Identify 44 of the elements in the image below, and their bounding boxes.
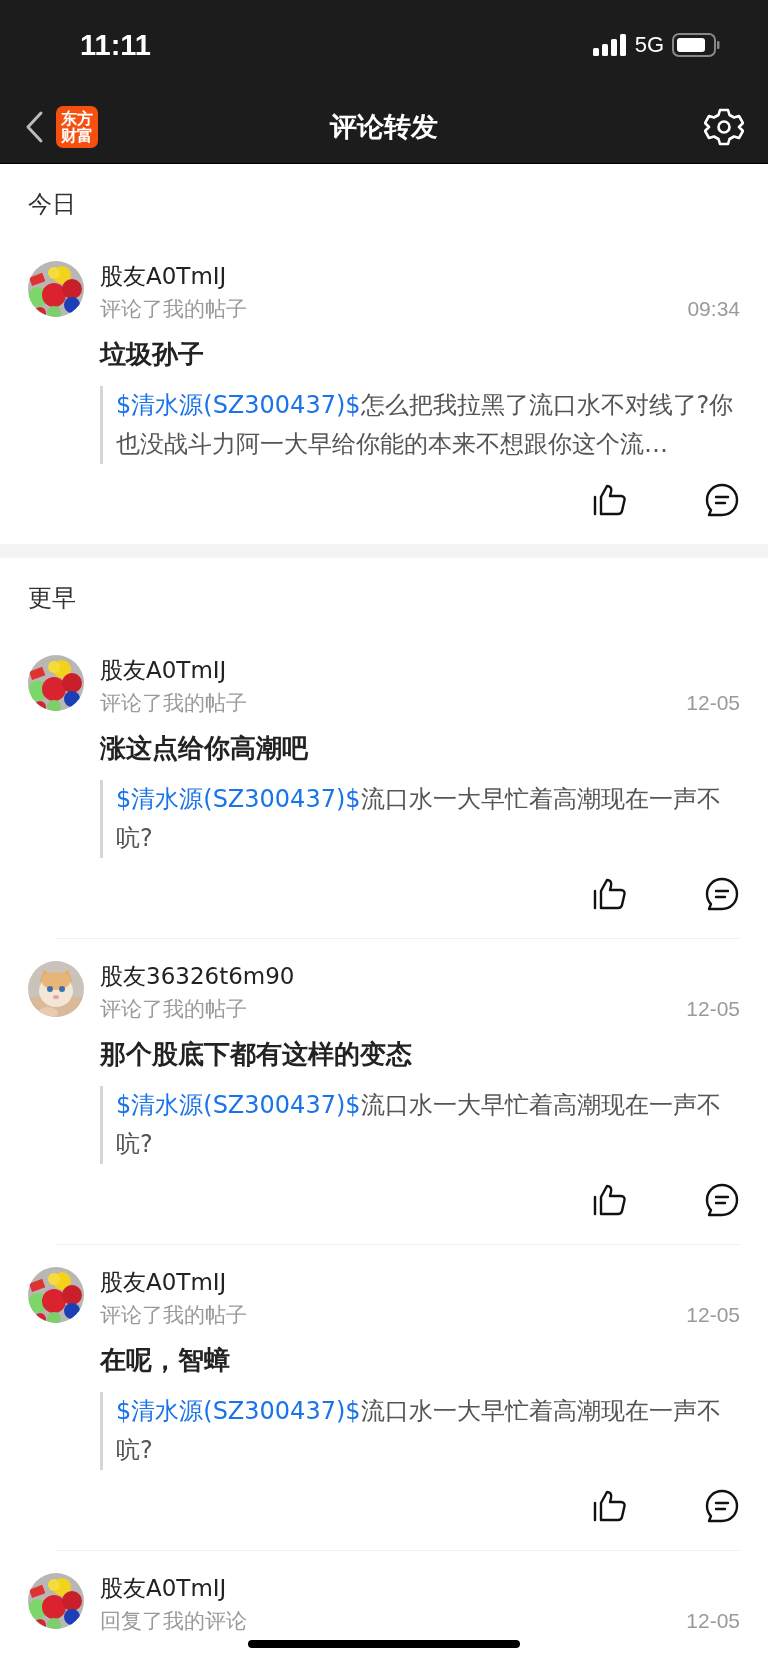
thumbs-up-icon[interactable] <box>592 1182 628 1218</box>
comment-text: 在呢，智蟑 <box>100 1344 230 1377</box>
activity-text: 回复了我的评论 <box>100 1608 247 1635</box>
quoted-post[interactable]: $清水源(SZ300437)$流口水一大早忙着高潮现在一声不吭? <box>100 1392 740 1470</box>
user-name[interactable]: 股友36326t6m90 <box>100 961 295 991</box>
quoted-post[interactable]: $清水源(SZ300437)$流口水一大早忙着高潮现在一声不吭? <box>100 780 740 858</box>
stock-link[interactable]: $清水源(SZ300437)$ <box>116 1397 361 1425</box>
user-name[interactable]: 股友A0TmIJ <box>100 1573 227 1603</box>
clock: 11:11 <box>80 28 151 62</box>
activity-text: 评论了我的帖子 <box>100 996 247 1023</box>
thumbs-up-icon[interactable] <box>592 1488 628 1524</box>
signal-icon <box>592 34 627 56</box>
timestamp: 09:34 <box>687 297 740 321</box>
activity-text: 评论了我的帖子 <box>100 296 247 323</box>
network-label: 5G <box>634 32 664 58</box>
user-name[interactable]: 股友A0TmIJ <box>100 261 227 291</box>
back-icon[interactable] <box>24 109 44 144</box>
comment-text: 那个股底下都有这样的变态 <box>100 1038 412 1071</box>
battery-icon <box>672 33 720 57</box>
comment-icon[interactable] <box>704 876 740 912</box>
stock-link[interactable]: $清水源(SZ300437)$ <box>116 1091 361 1119</box>
stock-link[interactable]: $清水源(SZ300437)$ <box>116 391 361 419</box>
quoted-post[interactable]: $清水源(SZ300437)$怎么把我拉黑了流口水不对线了?你也没战斗力阿一大早给你能的本来不想跟你这个流… <box>100 386 740 464</box>
timestamp: 12-05 <box>686 691 740 715</box>
comment-icon[interactable] <box>704 1488 740 1524</box>
stock-link[interactable]: $清水源(SZ300437)$ <box>116 785 361 813</box>
timestamp: 12-05 <box>686 1303 740 1327</box>
quoted-post[interactable]: $清水源(SZ300437)$流口水一大早忙着高潮现在一声不吭? <box>100 1086 740 1164</box>
user-name[interactable]: 股友A0TmIJ <box>100 1267 227 1297</box>
comment-text: 涨这点给你高潮吧 <box>100 732 308 765</box>
thumbs-up-icon[interactable] <box>592 482 628 518</box>
section-title: 今日 <box>28 190 76 218</box>
activity-text: 评论了我的帖子 <box>100 1302 247 1329</box>
timestamp: 12-05 <box>686 997 740 1021</box>
thumbs-up-icon[interactable] <box>592 876 628 912</box>
comment-icon[interactable] <box>704 482 740 518</box>
comment-text: 垃圾孙子 <box>100 338 204 371</box>
user-name[interactable]: 股友A0TmIJ <box>100 655 227 685</box>
activity-text: 评论了我的帖子 <box>100 690 247 717</box>
timestamp: 12-05 <box>686 1609 740 1633</box>
section-title: 更早 <box>28 584 76 612</box>
comment-icon[interactable] <box>704 1182 740 1218</box>
page-title: 评论转发 <box>330 109 438 144</box>
settings-icon[interactable] <box>704 106 744 147</box>
